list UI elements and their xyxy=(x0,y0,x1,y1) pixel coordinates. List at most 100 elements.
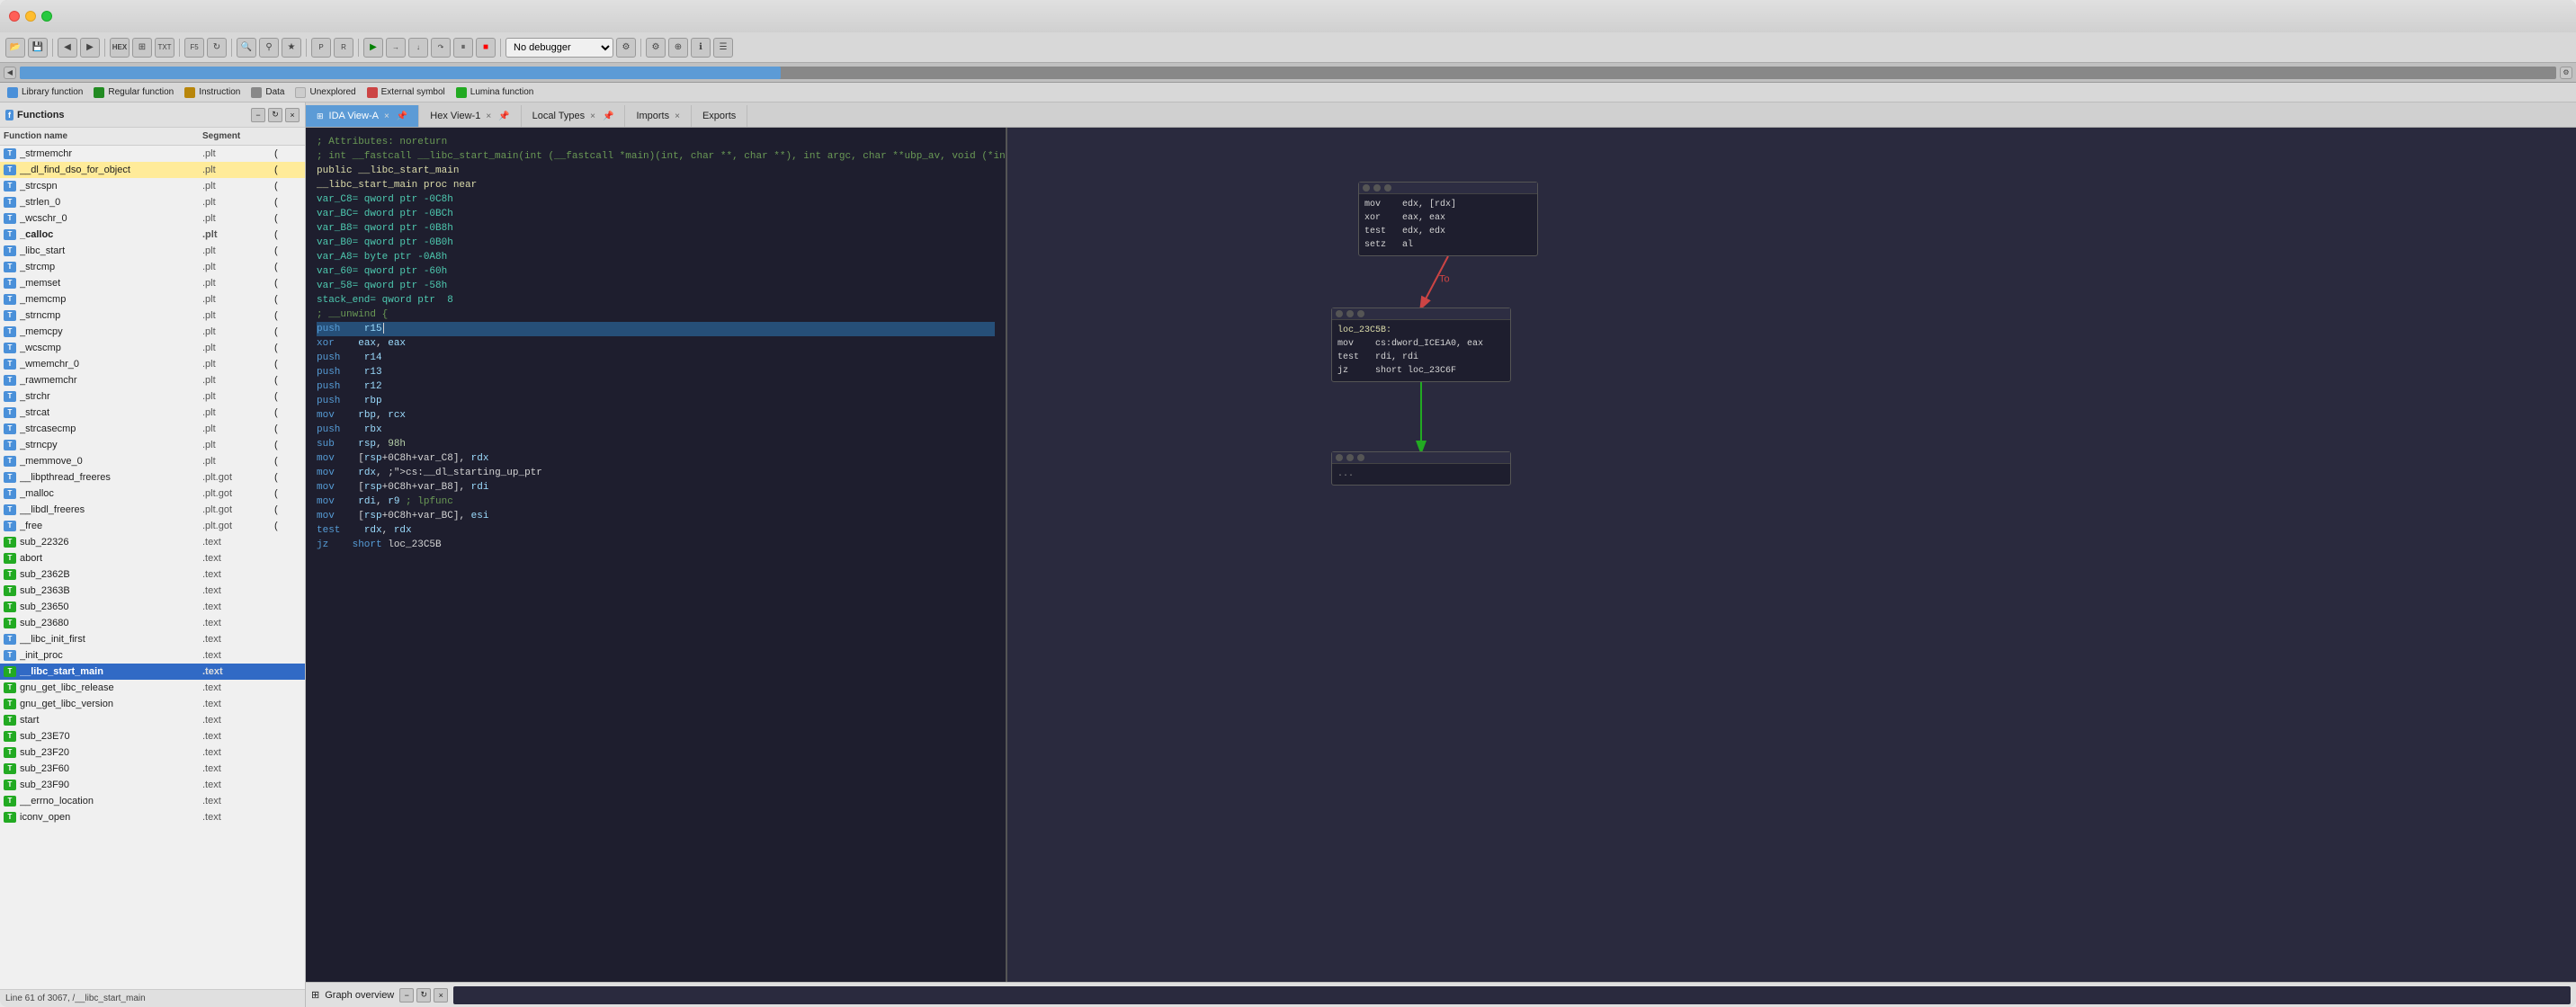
code-line[interactable]: push r12 xyxy=(317,379,995,394)
list-item[interactable]: T_libc_start.plt( xyxy=(0,243,305,259)
list-item[interactable]: Tgnu_get_libc_version.text xyxy=(0,696,305,712)
graph-view-button[interactable]: ⊞ xyxy=(132,38,152,58)
list-item[interactable]: Tsub_23680.text xyxy=(0,615,305,631)
pause-button[interactable]: ⏸ xyxy=(453,38,473,58)
code-line[interactable]: sub rsp, 98h xyxy=(317,437,995,451)
graph-node-control-dot[interactable] xyxy=(1336,310,1343,317)
list-item[interactable]: T_free.plt.got( xyxy=(0,518,305,534)
code-panel[interactable]: ; Attributes: noreturn; int __fastcall _… xyxy=(306,128,1007,982)
graph-node-control-dot[interactable] xyxy=(1373,184,1381,192)
list-item[interactable]: T_rawmemchr.plt( xyxy=(0,372,305,388)
list-item[interactable]: T_memset.plt( xyxy=(0,275,305,291)
list-item[interactable]: T_strchr.plt( xyxy=(0,388,305,405)
code-line[interactable]: public __libc_start_main xyxy=(317,164,995,178)
code-line[interactable]: jz short loc_23C5B xyxy=(317,538,995,552)
code-line[interactable]: ; Attributes: noreturn xyxy=(317,135,995,149)
list-item[interactable]: T_wcschr_0.plt( xyxy=(0,210,305,227)
code-line[interactable]: ; int __fastcall __libc_start_main(int (… xyxy=(317,149,995,164)
list-item[interactable]: T__errno_location.text xyxy=(0,793,305,809)
list-item[interactable]: T_strncpy.plt( xyxy=(0,437,305,453)
list-item[interactable]: T__libpthread_freeres.plt.got( xyxy=(0,469,305,486)
list-item[interactable]: T__libc_start_main.text xyxy=(0,664,305,680)
code-line[interactable]: __libc_start_main proc near xyxy=(317,178,995,192)
stop-button[interactable]: ■ xyxy=(476,38,496,58)
list-item[interactable]: T_memcmp.plt( xyxy=(0,291,305,307)
list-item[interactable]: Tsub_2362B.text xyxy=(0,566,305,583)
mark-button[interactable]: ★ xyxy=(282,38,301,58)
sidebar-close-btn[interactable]: × xyxy=(285,108,300,122)
sidebar-refresh-btn[interactable]: ↻ xyxy=(268,108,282,122)
graph-node-control-dot[interactable] xyxy=(1357,310,1364,317)
tab-ida-view-pin[interactable]: 📌 xyxy=(397,111,407,121)
list-item[interactable]: T_strcasecmp.plt( xyxy=(0,421,305,437)
list-item[interactable]: T_wmemchr_0.plt( xyxy=(0,356,305,372)
code-line[interactable]: push rbx xyxy=(317,423,995,437)
list-item[interactable]: Tstart.text xyxy=(0,712,305,728)
tab-local-types-close[interactable]: × xyxy=(590,111,595,121)
code-line[interactable]: var_BC= dword ptr -0BCh xyxy=(317,207,995,221)
code-line[interactable]: push r13 xyxy=(317,365,995,379)
text-view-button[interactable]: TXT xyxy=(155,38,174,58)
pseudocode-button[interactable]: F5 xyxy=(184,38,204,58)
graph-node-control-dot[interactable] xyxy=(1346,454,1354,461)
info-button[interactable]: ℹ xyxy=(691,38,711,58)
patch-button[interactable]: P xyxy=(311,38,331,58)
graph-node-control-dot[interactable] xyxy=(1384,184,1391,192)
back-button[interactable]: ◀ xyxy=(58,38,77,58)
sync-button[interactable]: ↻ xyxy=(207,38,227,58)
find-button[interactable]: 🔍 xyxy=(237,38,256,58)
layout-button[interactable]: ☰ xyxy=(713,38,733,58)
graph-node[interactable]: loc_23C5B:mov cs:dword_ICE1A0, eaxtest r… xyxy=(1331,307,1511,382)
run-button[interactable]: ▶ xyxy=(363,38,383,58)
graph-overview-minimize-btn[interactable]: − xyxy=(399,988,414,1003)
list-item[interactable]: T_strcat.plt( xyxy=(0,405,305,421)
list-item[interactable]: T_strcspn.plt( xyxy=(0,178,305,194)
hex-view-button[interactable]: HEX xyxy=(110,38,130,58)
graph-node[interactable]: mov edx, [rdx]xor eax, eaxtest edx, edxs… xyxy=(1358,182,1538,256)
code-line[interactable]: push r15 xyxy=(317,322,995,336)
tab-exports[interactable]: Exports xyxy=(692,105,747,127)
tab-imports[interactable]: Imports × xyxy=(625,105,692,127)
graph-view[interactable]: To mov edx, [rdx]xor eax, eaxtest edx, e… xyxy=(1007,128,2576,982)
list-item[interactable]: Ticonv_open.text xyxy=(0,809,305,825)
search-button[interactable]: ⚲ xyxy=(259,38,279,58)
graph-node-control-dot[interactable] xyxy=(1336,454,1343,461)
code-line[interactable]: push r14 xyxy=(317,351,995,365)
code-line[interactable]: mov [rsp+0C8h+var_C8], rdx xyxy=(317,451,995,466)
forward-button[interactable]: ▶ xyxy=(80,38,100,58)
step-button[interactable]: → xyxy=(386,38,406,58)
list-item[interactable]: Tabort.text xyxy=(0,550,305,566)
list-item[interactable]: T_strmemchr.plt( xyxy=(0,146,305,162)
nav-settings[interactable]: ⚙ xyxy=(2560,67,2572,79)
step-over-button[interactable]: ↷ xyxy=(431,38,451,58)
code-line[interactable]: xor eax, eax xyxy=(317,336,995,351)
settings-button[interactable]: ⚙ xyxy=(646,38,666,58)
graph-overview-close-btn[interactable]: × xyxy=(434,988,448,1003)
code-line[interactable]: stack_end= qword ptr 8 xyxy=(317,293,995,307)
code-line[interactable]: var_58= qword ptr -58h xyxy=(317,279,995,293)
code-line[interactable]: var_C8= qword ptr -0C8h xyxy=(317,192,995,207)
graph-node-control-dot[interactable] xyxy=(1346,310,1354,317)
tab-hex-view[interactable]: Hex View-1 × 📌 xyxy=(419,105,521,127)
list-item[interactable]: Tsub_2363B.text xyxy=(0,583,305,599)
code-line[interactable]: var_B0= qword ptr -0B0h xyxy=(317,236,995,250)
list-item[interactable]: T_malloc.plt.got( xyxy=(0,486,305,502)
tab-local-types-pin[interactable]: 📌 xyxy=(603,111,613,121)
graph-node-control-dot[interactable] xyxy=(1357,454,1364,461)
list-item[interactable]: T__libdl_freeres.plt.got( xyxy=(0,502,305,518)
code-line[interactable]: push rbp xyxy=(317,394,995,408)
code-line[interactable]: test rdx, rdx xyxy=(317,523,995,538)
step-into-button[interactable]: ↓ xyxy=(408,38,428,58)
list-item[interactable]: T_memmove_0.plt( xyxy=(0,453,305,469)
list-item[interactable]: T_wcscmp.plt( xyxy=(0,340,305,356)
tab-local-types[interactable]: Local Types × 📌 xyxy=(522,105,626,127)
minimize-button[interactable] xyxy=(25,11,36,22)
list-item[interactable]: Tsub_23E70.text xyxy=(0,728,305,744)
list-item[interactable]: T__dl_find_dso_for_object.plt( xyxy=(0,162,305,178)
functions-list[interactable]: T_strmemchr.plt(T__dl_find_dso_for_objec… xyxy=(0,146,305,989)
save-button[interactable]: 💾 xyxy=(28,38,48,58)
graph-node-control-dot[interactable] xyxy=(1363,184,1370,192)
list-item[interactable]: Tsub_22326.text xyxy=(0,534,305,550)
list-item[interactable]: T_strcmp.plt( xyxy=(0,259,305,275)
list-item[interactable]: Tsub_23F90.text xyxy=(0,777,305,793)
